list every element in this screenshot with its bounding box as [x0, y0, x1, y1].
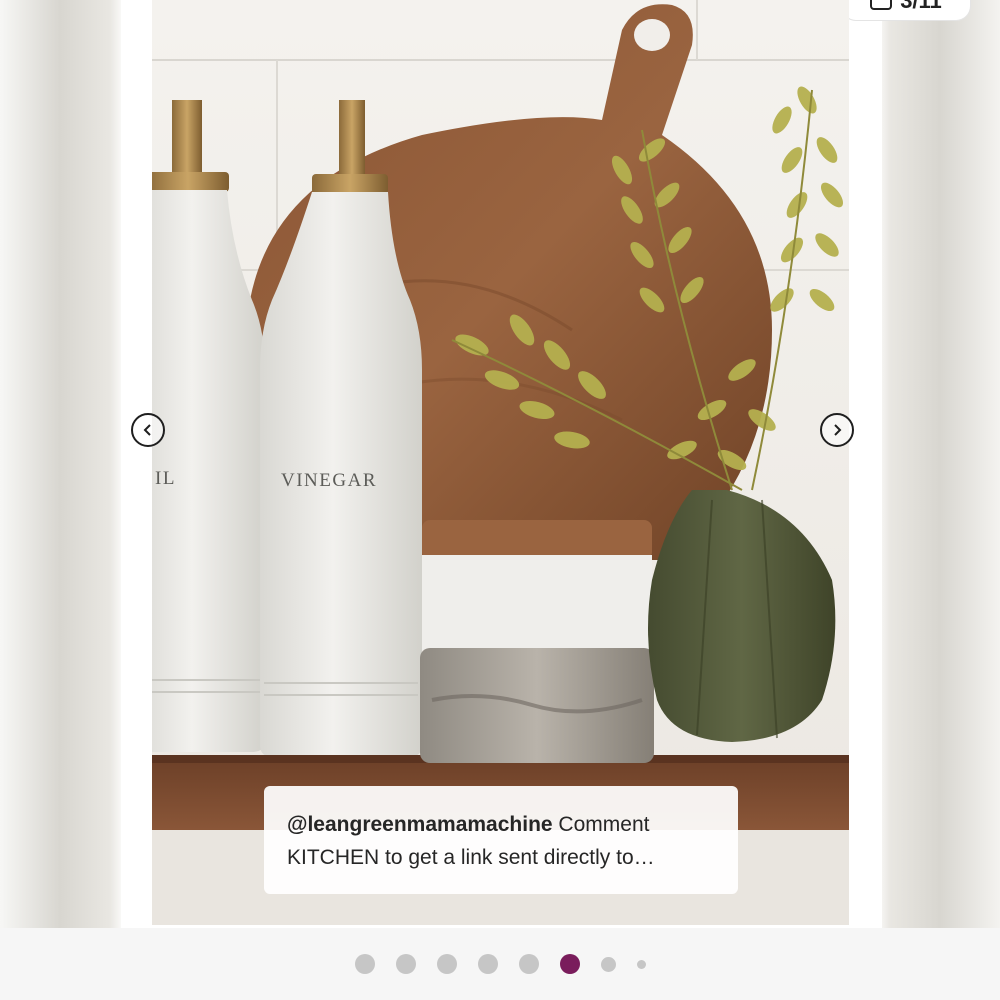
- image-counter-label: 3/11: [900, 0, 942, 13]
- pagination-dot[interactable]: [518, 954, 539, 974]
- chevron-left-icon: [143, 424, 151, 436]
- gallery-icon: [870, 0, 893, 10]
- bottle-left-label: IL: [155, 468, 176, 489]
- caption-text-line1: Comment: [552, 813, 650, 836]
- pagination-dot[interactable]: [636, 959, 646, 969]
- pagination-dot[interactable]: [477, 954, 498, 974]
- pagination-dot-active[interactable]: [559, 954, 580, 974]
- pagination-dot[interactable]: [600, 956, 616, 972]
- pagination-dot[interactable]: [395, 954, 416, 974]
- next-image-button[interactable]: [820, 413, 854, 447]
- pagination-dot[interactable]: [436, 954, 457, 974]
- image-counter-badge: 3/11: [842, 0, 970, 20]
- caption-text-line2: KITCHEN to get a link sent directly to…: [287, 846, 655, 869]
- caption-handle[interactable]: @leangreenmamamachine: [287, 813, 553, 836]
- pin-caption[interactable]: @leangreenmamamachine Comment KITCHEN to…: [264, 786, 738, 894]
- bottle-right-label: VINEGAR: [281, 470, 377, 491]
- previous-image-button[interactable]: [131, 413, 165, 447]
- carousel-pagination: [0, 928, 1000, 1000]
- chevron-right-icon: [834, 424, 842, 436]
- pagination-dot[interactable]: [354, 954, 375, 974]
